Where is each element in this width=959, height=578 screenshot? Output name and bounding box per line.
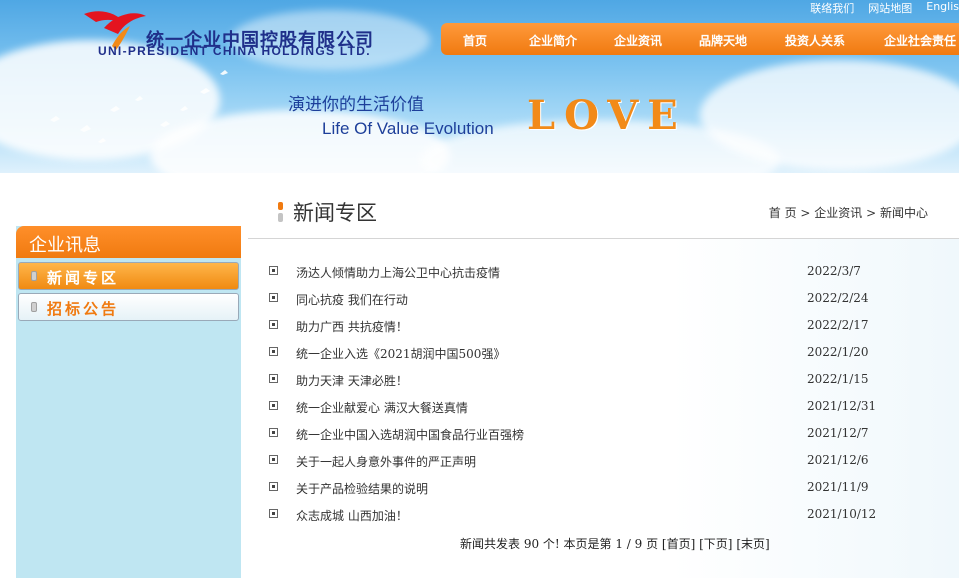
news-date: 2021/10/12 — [807, 507, 877, 521]
bullet-icon — [31, 302, 37, 312]
news-date: 2021/12/6 — [807, 453, 869, 467]
list-item: 同心抗疫 我们在行动 2022/2/24 — [262, 289, 942, 316]
news-date: 2021/12/7 — [807, 426, 869, 440]
nav-csr[interactable]: 企业社会责任 — [884, 32, 956, 49]
arrow-box-icon — [269, 455, 278, 464]
pagination-summary: 新闻共发表 90 个! 本页是第 1 / 9 页 — [460, 537, 662, 551]
header-banner: 统一企业中国控股有限公司 UNI-PRESIDENT CHINA HOLDING… — [0, 0, 959, 173]
breadcrumb-home[interactable]: 首 页 — [769, 206, 797, 220]
news-title-link[interactable]: 统一企业入选《2021胡润中国500强》 — [296, 345, 505, 362]
list-item: 关于一起人身意外事件的严正声明 2021/12/6 — [262, 451, 942, 478]
breadcrumb: 首 页 > 企业资讯 > 新闻中心 — [769, 204, 928, 221]
logo-english-name: UNI-PRESIDENT CHINA HOLDINGS LTD. — [98, 44, 371, 58]
news-date: 2022/1/20 — [807, 345, 869, 359]
first-page-link[interactable]: [首页] — [662, 537, 695, 551]
breadcrumb-news[interactable]: 企业资讯 — [814, 206, 862, 220]
list-item: 统一企业献爱心 满汉大餐送真情 2021/12/31 — [262, 397, 942, 424]
list-item: 关于产品检验结果的说明 2021/11/9 — [262, 478, 942, 505]
top-utility-links: 联络我们 网站地图 Englis — [810, 0, 959, 15]
sidebar-item-tenders[interactable]: 招标公告 — [18, 293, 239, 321]
divider — [248, 238, 959, 239]
nav-home[interactable]: 首页 — [463, 32, 487, 49]
slogan-love: LOVE — [527, 92, 687, 139]
last-page-link[interactable]: [末页] — [736, 537, 769, 551]
arrow-box-icon — [269, 293, 278, 302]
doves-decoration — [50, 70, 228, 143]
news-title-link[interactable]: 众志成城 山西加油！ — [296, 507, 408, 524]
pagination: 新闻共发表 90 个! 本页是第 1 / 9 页 [首页] [下页] [末页] — [460, 535, 770, 552]
news-date: 2021/12/31 — [807, 399, 877, 413]
english-link[interactable]: Englis — [926, 0, 959, 14]
news-title-link[interactable]: 助力天津 天津必胜！ — [296, 372, 408, 389]
bullet-icon — [31, 271, 37, 281]
page-title: 新闻专区 — [293, 201, 377, 225]
nav-brands[interactable]: 品牌天地 — [699, 32, 747, 49]
arrow-box-icon — [269, 509, 278, 518]
news-title-link[interactable]: 统一企业献爱心 满汉大餐送真情 — [296, 399, 468, 416]
sidebar-item-label: 招标公告 — [47, 300, 120, 318]
news-title-link[interactable]: 关于产品检验结果的说明 — [296, 480, 428, 497]
list-item: 助力天津 天津必胜！ 2022/1/15 — [262, 370, 942, 397]
breadcrumb-separator: > — [796, 206, 815, 220]
main-nav: 首页 企业简介 企业资讯 品牌天地 投资人关系 企业社会责任 — [441, 23, 959, 55]
nav-about[interactable]: 企业简介 — [529, 32, 577, 49]
slogan-chinese: 演进你的生活价值 — [288, 95, 424, 115]
breadcrumb-separator: > — [862, 206, 880, 220]
contact-us-link[interactable]: 联络我们 — [810, 0, 854, 15]
next-page-link[interactable]: [下页] — [699, 537, 732, 551]
news-date: 2022/2/24 — [807, 291, 869, 305]
site-map-link[interactable]: 网站地图 — [868, 0, 912, 15]
list-item: 助力广西 共抗疫情！ 2022/2/17 — [262, 316, 942, 343]
arrow-box-icon — [269, 374, 278, 383]
arrow-box-icon — [269, 428, 278, 437]
news-list: 汤达人倾情助力上海公卫中心抗击疫情 2022/3/7 同心抗疫 我们在行动 2022… — [262, 262, 942, 532]
title-marker-icon — [278, 202, 283, 222]
arrow-box-icon — [269, 347, 278, 356]
news-date: 2021/11/9 — [807, 480, 869, 494]
arrow-box-icon — [269, 482, 278, 491]
arrow-box-icon — [269, 401, 278, 410]
slogan-english: Life Of Value Evolution — [322, 119, 494, 138]
sidebar-item-news[interactable]: 新闻专区 — [18, 262, 239, 290]
news-title-link[interactable]: 助力广西 共抗疫情！ — [296, 318, 408, 335]
nav-investors[interactable]: 投资人关系 — [785, 32, 845, 49]
news-date: 2022/3/7 — [807, 264, 861, 278]
arrow-box-icon — [269, 320, 278, 329]
nav-news[interactable]: 企业资讯 — [614, 32, 662, 49]
list-item: 汤达人倾情助力上海公卫中心抗击疫情 2022/3/7 — [262, 262, 942, 289]
news-date: 2022/2/17 — [807, 318, 869, 332]
news-title-link[interactable]: 同心抗疫 我们在行动 — [296, 291, 408, 308]
news-date: 2022/1/15 — [807, 372, 869, 386]
list-item: 统一企业中国入选胡润中国食品行业百强榜 2021/12/7 — [262, 424, 942, 451]
breadcrumb-current: 新闻中心 — [879, 206, 928, 220]
list-item: 众志成城 山西加油！ 2021/10/12 — [262, 505, 942, 532]
news-title-link[interactable]: 汤达人倾情助力上海公卫中心抗击疫情 — [296, 264, 500, 281]
sidebar-item-label: 新闻专区 — [47, 269, 120, 287]
sidebar: 企业讯息 新闻专区 招标公告 — [16, 226, 241, 578]
sidebar-title: 企业讯息 — [16, 226, 241, 258]
list-item: 统一企业入选《2021胡润中国500强》 2022/1/20 — [262, 343, 942, 370]
arrow-box-icon — [269, 266, 278, 275]
news-title-link[interactable]: 统一企业中国入选胡润中国食品行业百强榜 — [296, 426, 524, 443]
news-title-link[interactable]: 关于一起人身意外事件的严正声明 — [296, 453, 476, 470]
